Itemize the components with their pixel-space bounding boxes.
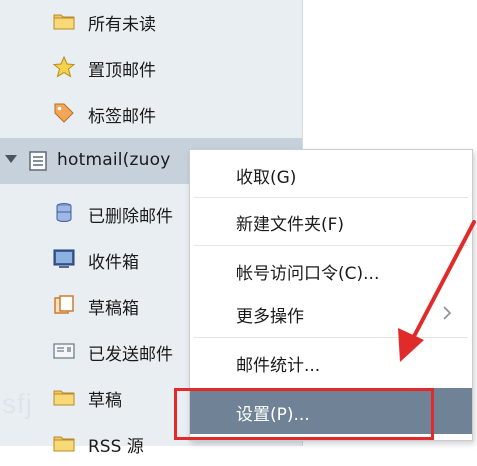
menu-separator <box>194 337 468 338</box>
menu-item-more-actions[interactable]: 更多操作 <box>190 290 472 336</box>
menu-item-label: 邮件统计... <box>236 356 321 376</box>
menu-item-mail-statistics[interactable]: 邮件统计... <box>190 339 472 385</box>
menu-item-new-folder[interactable]: 新建文件夹(F) <box>190 198 472 244</box>
sidebar-item-label: 已发送邮件 <box>88 345 173 365</box>
account-label: hotmail(zuoy <box>57 150 171 170</box>
menu-item-label: 帐号访问口令(C)... <box>236 264 380 284</box>
sidebar-item-label: 所有未读 <box>88 15 156 35</box>
sidebar-item-label: RSS 源 <box>88 437 144 457</box>
star-icon <box>52 55 76 78</box>
sidebar-item-tagged[interactable]: 标签邮件 <box>0 90 303 136</box>
folder-icon <box>53 390 75 406</box>
drafts-icon <box>54 295 74 314</box>
menu-item-receive[interactable]: 收取(G) <box>190 151 472 197</box>
chevron-right-icon <box>443 306 452 320</box>
menu-separator <box>194 245 468 246</box>
inbox-icon <box>53 249 75 268</box>
sidebar-item-label: 标签邮件 <box>88 107 156 127</box>
menu-item-label: 更多操作 <box>236 307 304 327</box>
expand-arrow-icon[interactable] <box>4 152 18 166</box>
sidebar-item-label: 已删除邮件 <box>88 207 173 227</box>
menu-item-label: 新建文件夹(F) <box>236 215 345 235</box>
folder-icon <box>53 436 75 452</box>
watermark: sfj <box>2 388 33 419</box>
menu-item-access-password[interactable]: 帐号访问口令(C)... <box>190 247 472 293</box>
sidebar-item-label: 草稿 <box>88 391 122 411</box>
menu-item-label: 收取(G) <box>236 168 297 188</box>
sidebar-item-label: 置顶邮件 <box>88 61 156 81</box>
mailbox-icon <box>29 151 47 171</box>
highlight-box <box>174 388 434 440</box>
folder-icon <box>53 14 75 30</box>
sidebar-item-label: 收件箱 <box>88 253 139 273</box>
sidebar-item-pinned[interactable]: 置顶邮件 <box>0 44 303 90</box>
sidebar-item-all-unread[interactable]: 所有未读 <box>0 0 303 44</box>
sent-icon <box>53 343 75 359</box>
tag-icon <box>54 103 74 123</box>
sidebar-item-label: 草稿箱 <box>88 299 139 319</box>
trash-icon <box>56 203 72 222</box>
